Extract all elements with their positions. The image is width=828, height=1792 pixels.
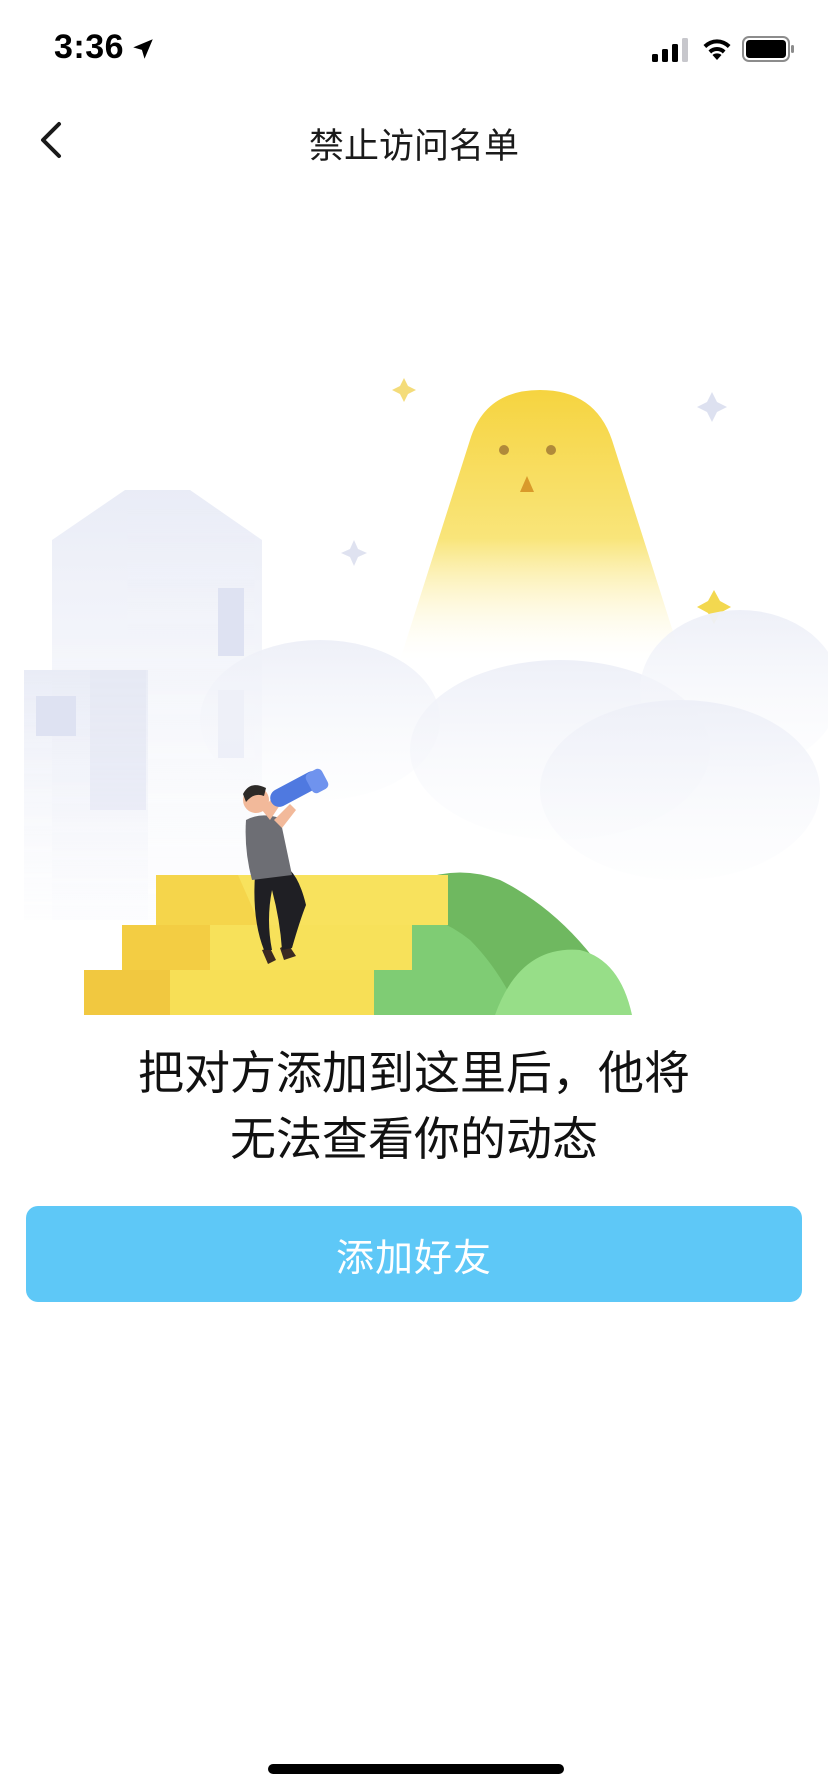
nav-bar: 禁止访问名单 [0,100,828,180]
message-line-1: 把对方添加到这里后，他将 [138,1046,690,1100]
location-arrow-icon [133,39,153,59]
battery-icon [742,36,794,62]
add-friend-button[interactable]: 添加好友 [26,1206,802,1302]
cellular-signal-icon [652,38,688,62]
status-time: 3:36 [54,28,125,66]
sun-shape [400,390,682,660]
empty-state-message: 把对方添加到这里后，他将 无法查看你的动态 [60,1040,768,1172]
message-line-2: 无法查看你的动态 [230,1112,598,1166]
home-indicator[interactable] [268,1764,564,1774]
status-bar: 3:36 [0,0,828,100]
wifi-icon [703,39,731,60]
page-title: 禁止访问名单 [308,127,519,167]
empty-state-illustration [24,378,828,1015]
